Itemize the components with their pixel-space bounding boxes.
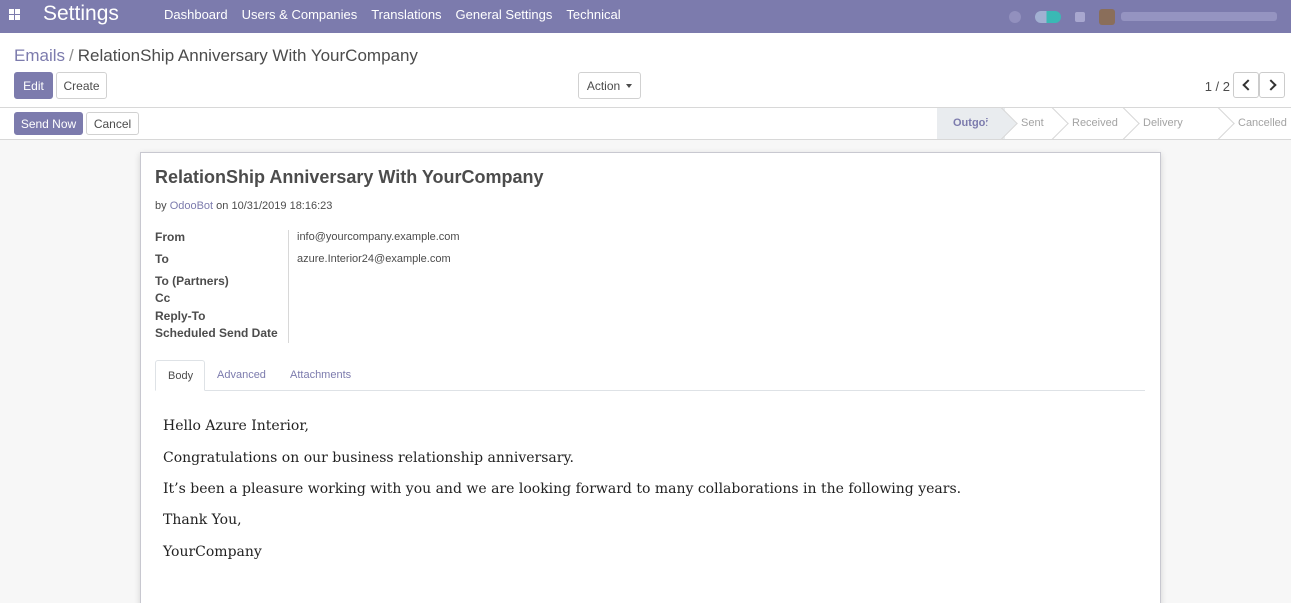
systray	[1009, 0, 1277, 33]
menu-users-companies[interactable]: Users & Companies	[235, 0, 365, 33]
status-stages: Outgoing Sent Received Delivery Failed C…	[937, 108, 1291, 160]
body-line: Thank You,	[163, 512, 242, 528]
debug-icon[interactable]	[1075, 11, 1085, 22]
tab-attachments[interactable]: Attachments	[278, 360, 363, 391]
reply-to-label: Reply-To	[155, 309, 206, 323]
to-value: azure.Interior24@example.com	[297, 253, 451, 265]
action-label: Action	[586, 78, 621, 93]
breadcrumb: Emails / RelationShip Anniversary With You…	[14, 46, 418, 66]
body-line: It’s been a pleasure working with you an…	[163, 481, 962, 497]
menu-dashboard[interactable]: Dashboard	[157, 0, 235, 33]
tab-body[interactable]: Body	[155, 360, 205, 391]
scheduled-date-label: Scheduled Send Date	[155, 326, 278, 340]
app-title: Settings	[43, 2, 119, 25]
create-button[interactable]: Create	[56, 72, 107, 99]
caret-down-icon	[626, 83, 633, 88]
pager-next-button[interactable]	[1259, 72, 1285, 98]
cancel-button[interactable]: Cancel	[86, 112, 139, 135]
sent-date: on 10/31/2019 18:16:23	[216, 200, 333, 212]
form-sheet: RelationShip Anniversary With YourCompan…	[140, 152, 1161, 603]
breadcrumb-separator: /	[69, 46, 74, 65]
email-meta: by OdooBot on 10/31/2019 18:16:23	[155, 200, 332, 212]
to-partners-label: To (Partners)	[155, 274, 229, 288]
by-prefix: by	[155, 200, 167, 212]
avatar	[1099, 8, 1115, 25]
chevron-left-icon	[1241, 79, 1254, 91]
activity-icon[interactable]	[1009, 10, 1021, 23]
send-now-button[interactable]: Send Now	[14, 112, 83, 135]
user-name-blurred	[1121, 12, 1277, 21]
main-menu: Dashboard Users & Companies Translations…	[157, 0, 628, 33]
from-value: info@yourcompany.example.com	[297, 231, 460, 243]
to-label: To	[155, 252, 169, 266]
pager-previous-button[interactable]	[1233, 72, 1259, 98]
chevron-right-icon	[1264, 79, 1277, 91]
form-header: Send Now Cancel Outgoing Sent Received D…	[0, 108, 1291, 160]
control-panel: Emails / RelationShip Anniversary With You…	[0, 33, 1291, 108]
breadcrumb-current: RelationShip Anniversary With YourCompan…	[77, 46, 418, 65]
apps-menu-icon[interactable]	[9, 9, 20, 20]
stage-delivery-failed[interactable]: Delivery Failed	[1127, 108, 1222, 160]
cc-label: Cc	[155, 291, 171, 305]
edit-button[interactable]: Edit	[14, 72, 53, 99]
body-line: YourCompany	[163, 544, 262, 560]
body-line: Congratulations on our business relation…	[163, 450, 574, 466]
top-navbar: Settings Dashboard Users & Companies Tra…	[0, 0, 1291, 33]
author-link[interactable]: OdooBot	[170, 200, 213, 212]
messaging-icon[interactable]	[1035, 10, 1061, 23]
notebook-tabs: Body Advanced Attachments	[155, 360, 1145, 391]
pager-value[interactable]: 1 / 2	[1205, 79, 1230, 94]
menu-translations[interactable]: Translations	[364, 0, 448, 33]
tab-advanced[interactable]: Advanced	[205, 360, 278, 391]
stage-outgoing[interactable]: Outgoing	[937, 108, 1005, 139]
breadcrumb-emails-link[interactable]: Emails	[14, 46, 65, 65]
from-label: From	[155, 230, 185, 244]
menu-technical[interactable]: Technical	[559, 0, 627, 33]
field-labels: From To To (Partners) Cc Reply-To Schedu…	[155, 230, 289, 343]
action-dropdown[interactable]: Action	[578, 72, 641, 99]
body-line: Hello Azure Interior,	[163, 418, 309, 434]
user-menu[interactable]	[1099, 8, 1277, 25]
menu-general-settings[interactable]: General Settings	[449, 0, 560, 33]
email-subject: RelationShip Anniversary With YourCompan…	[155, 167, 544, 187]
